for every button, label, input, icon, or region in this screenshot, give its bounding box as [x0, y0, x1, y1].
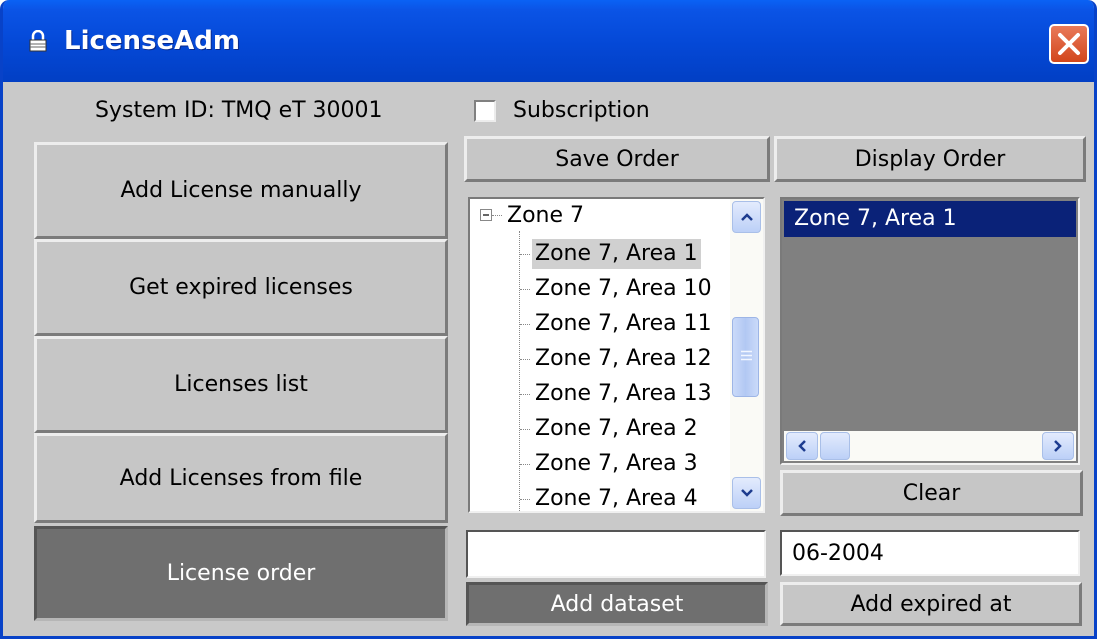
- chevron-right-icon: [1054, 440, 1062, 452]
- tree-connector: [520, 254, 530, 255]
- license-order-button[interactable]: License order: [34, 526, 448, 621]
- chevron-up-icon: [740, 213, 753, 221]
- button-label: Clear: [902, 480, 961, 506]
- button-label: Add License manually: [120, 178, 362, 203]
- tree-root-zone-7[interactable]: Zone 7: [504, 201, 587, 231]
- add-licenses-from-file-button[interactable]: Add Licenses from file: [34, 433, 448, 523]
- window-title: LicenseAdm: [64, 26, 240, 56]
- scroll-left-button[interactable]: [786, 432, 818, 460]
- zone-tree[interactable]: Zone 7 Zone 7, Area 1 Zone 7, Area 10 Zo…: [468, 197, 765, 513]
- tree-connector: [520, 289, 530, 290]
- tree-connector: [520, 359, 530, 360]
- add-license-manually-button[interactable]: Add License manually: [34, 142, 448, 239]
- tree-item-zone-7-area-12[interactable]: Zone 7, Area 12: [532, 344, 715, 374]
- tree-item-zone-7-area-11[interactable]: Zone 7, Area 11: [532, 309, 715, 339]
- title-bar[interactable]: LicenseAdm: [3, 0, 1094, 82]
- clear-button[interactable]: Clear: [780, 470, 1083, 516]
- add-dataset-button[interactable]: Add dataset: [466, 582, 768, 626]
- close-icon: [1058, 33, 1080, 55]
- license-adm-window: LicenseAdm System ID: TMQ eT 30001 Subsc…: [0, 0, 1097, 639]
- tree-item-zone-7-area-1[interactable]: Zone 7, Area 1: [532, 239, 701, 269]
- subscription-checkbox[interactable]: [474, 100, 496, 122]
- tree-vertical-scrollbar[interactable]: [730, 199, 763, 511]
- chevron-down-icon: [740, 489, 753, 497]
- tree-connector: [492, 215, 502, 216]
- subscription-label: Subscription: [513, 98, 650, 123]
- tree-item-zone-7-area-3[interactable]: Zone 7, Area 3: [532, 449, 701, 479]
- button-label: Display Order: [854, 146, 1006, 172]
- add-expired-at-button[interactable]: Add expired at: [780, 582, 1082, 626]
- tree-connector: [520, 429, 530, 430]
- dataset-input[interactable]: [466, 530, 766, 578]
- tree-connector: [520, 464, 530, 465]
- display-order-button[interactable]: Display Order: [774, 136, 1086, 182]
- close-button[interactable]: [1049, 24, 1089, 64]
- button-label: Add dataset: [550, 591, 684, 617]
- button-label: Save Order: [555, 146, 679, 172]
- tree-item-zone-7-area-2[interactable]: Zone 7, Area 2: [532, 414, 701, 444]
- button-label: Add expired at: [850, 591, 1012, 617]
- button-label: License order: [166, 561, 316, 586]
- lock-icon: [29, 30, 47, 52]
- system-id-label: System ID: TMQ eT 30001: [95, 98, 383, 123]
- tree-item-zone-7-area-10[interactable]: Zone 7, Area 10: [532, 274, 715, 304]
- chevron-left-icon: [798, 440, 806, 452]
- expired-at-input[interactable]: [780, 530, 1080, 576]
- tree-item-zone-7-area-4[interactable]: Zone 7, Area 4: [532, 484, 701, 511]
- get-expired-licenses-button[interactable]: Get expired licenses: [34, 239, 448, 336]
- tree-connector: [520, 394, 530, 395]
- tree-item-zone-7-area-13[interactable]: Zone 7, Area 13: [532, 379, 715, 409]
- scroll-thumb[interactable]: [732, 317, 759, 397]
- order-list-horizontal-scrollbar[interactable]: [784, 431, 1076, 461]
- grip-icon: [741, 350, 752, 361]
- button-label: Add Licenses from file: [119, 465, 363, 491]
- button-label: Licenses list: [174, 372, 308, 397]
- scroll-down-button[interactable]: [732, 477, 761, 509]
- tree-connector: [520, 324, 530, 325]
- scroll-up-button[interactable]: [732, 201, 761, 233]
- save-order-button[interactable]: Save Order: [464, 136, 770, 182]
- scroll-right-button[interactable]: [1042, 432, 1074, 460]
- collapse-icon[interactable]: [480, 209, 492, 221]
- order-listbox[interactable]: Zone 7, Area 1: [780, 197, 1080, 465]
- order-list-item[interactable]: Zone 7, Area 1: [784, 201, 1076, 237]
- tree-connector: [519, 231, 520, 511]
- licenses-list-button[interactable]: Licenses list: [34, 336, 448, 433]
- button-label: Get expired licenses: [129, 275, 353, 300]
- horizontal-scroll-thumb[interactable]: [820, 432, 850, 460]
- tree-connector: [520, 499, 530, 500]
